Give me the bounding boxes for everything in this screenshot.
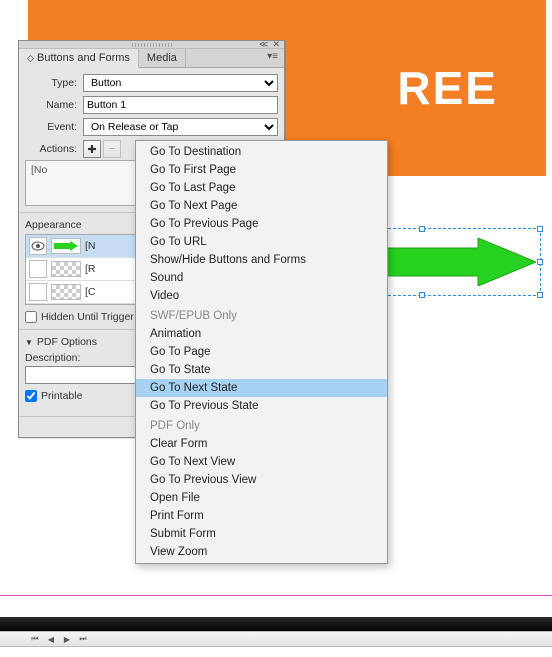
menu-item[interactable]: Go To Last Page <box>136 179 387 197</box>
menu-item[interactable]: View Zoom <box>136 543 387 561</box>
printable-checkbox[interactable] <box>25 390 37 402</box>
menu-item[interactable]: Video <box>136 287 387 305</box>
menu-item[interactable]: Print Form <box>136 507 387 525</box>
tab-buttons-and-forms[interactable]: ◇ Buttons and Forms <box>19 49 139 68</box>
hidden-label: Hidden Until Trigger <box>41 311 134 323</box>
state-thumbnail <box>51 284 81 300</box>
resize-handle[interactable] <box>537 259 543 265</box>
state-thumbnail <box>51 238 81 254</box>
menu-item[interactable]: Go To URL <box>136 233 387 251</box>
name-input[interactable] <box>83 96 278 114</box>
panel-tabs: ◇ Buttons and Forms Media ▾≡ <box>19 49 284 68</box>
menu-item[interactable]: Go To Next Page <box>136 197 387 215</box>
menu-item[interactable]: Sound <box>136 269 387 287</box>
event-label: Event: <box>25 121 83 133</box>
panel-drag-bar[interactable]: ≪ ✕ <box>19 41 284 49</box>
timeline-track <box>0 617 552 631</box>
printable-label: Printable <box>41 390 82 402</box>
triangle-down-icon: ▼ <box>25 338 33 347</box>
menu-item[interactable]: Go To Page <box>136 343 387 361</box>
resize-handle[interactable] <box>537 226 543 232</box>
menu-item[interactable]: Submit Form <box>136 525 387 543</box>
panel-menu-icon[interactable]: ▾≡ <box>261 49 284 67</box>
resize-handle[interactable] <box>537 292 543 298</box>
add-action-button[interactable]: ✚ <box>83 140 101 158</box>
menu-item[interactable]: Go To Previous View <box>136 471 387 489</box>
state-label: [C <box>85 286 96 298</box>
actions-label: Actions: <box>25 143 83 155</box>
type-label: Type: <box>25 77 83 89</box>
event-select[interactable]: On Release or Tap <box>83 118 278 136</box>
resize-handle[interactable] <box>419 292 425 298</box>
resize-handle[interactable] <box>419 226 425 232</box>
menu-item[interactable]: Go To Next View <box>136 453 387 471</box>
menu-item[interactable]: Go To Next State <box>136 379 387 397</box>
next-page-icon[interactable]: ▶ <box>62 634 72 644</box>
state-thumbnail <box>51 261 81 277</box>
pdf-options-label: PDF Options <box>37 336 97 348</box>
menu-item[interactable]: Go To Destination <box>136 143 387 161</box>
menu-item[interactable]: Go To State <box>136 361 387 379</box>
tab-label: Buttons and Forms <box>37 52 130 64</box>
actions-dropdown-menu: Go To DestinationGo To First PageGo To L… <box>135 140 388 564</box>
name-label: Name: <box>25 99 83 111</box>
prev-page-icon[interactable]: ◀ <box>46 634 56 644</box>
guide-line <box>0 595 552 596</box>
eye-icon <box>31 241 45 251</box>
menu-item[interactable]: Clear Form <box>136 435 387 453</box>
orange-text: REE <box>397 61 498 115</box>
state-label: [R <box>85 263 96 275</box>
last-page-icon[interactable]: ⏭ <box>78 634 88 644</box>
page-nav-bar: ⏮ ◀ ▶ ⏭ <box>0 631 552 647</box>
menu-section-header: SWF/EPUB Only <box>136 305 387 325</box>
visibility-toggle[interactable] <box>29 237 47 255</box>
menu-item[interactable]: Go To Previous State <box>136 397 387 415</box>
visibility-toggle[interactable] <box>29 260 47 278</box>
remove-action-button[interactable]: − <box>103 140 121 158</box>
hidden-until-triggered-checkbox[interactable] <box>25 311 37 323</box>
menu-item[interactable]: Go To Previous Page <box>136 215 387 233</box>
menu-item[interactable]: Go To First Page <box>136 161 387 179</box>
type-select[interactable]: Button <box>83 74 278 92</box>
menu-item[interactable]: Open File <box>136 489 387 507</box>
menu-section-header: PDF Only <box>136 415 387 435</box>
visibility-toggle[interactable] <box>29 283 47 301</box>
menu-item[interactable]: Show/Hide Buttons and Forms <box>136 251 387 269</box>
tab-media[interactable]: Media <box>139 49 186 67</box>
first-page-icon[interactable]: ⏮ <box>30 634 40 644</box>
menu-item[interactable]: Animation <box>136 325 387 343</box>
state-label: [N <box>85 240 96 252</box>
drag-grip-icon <box>132 43 172 47</box>
